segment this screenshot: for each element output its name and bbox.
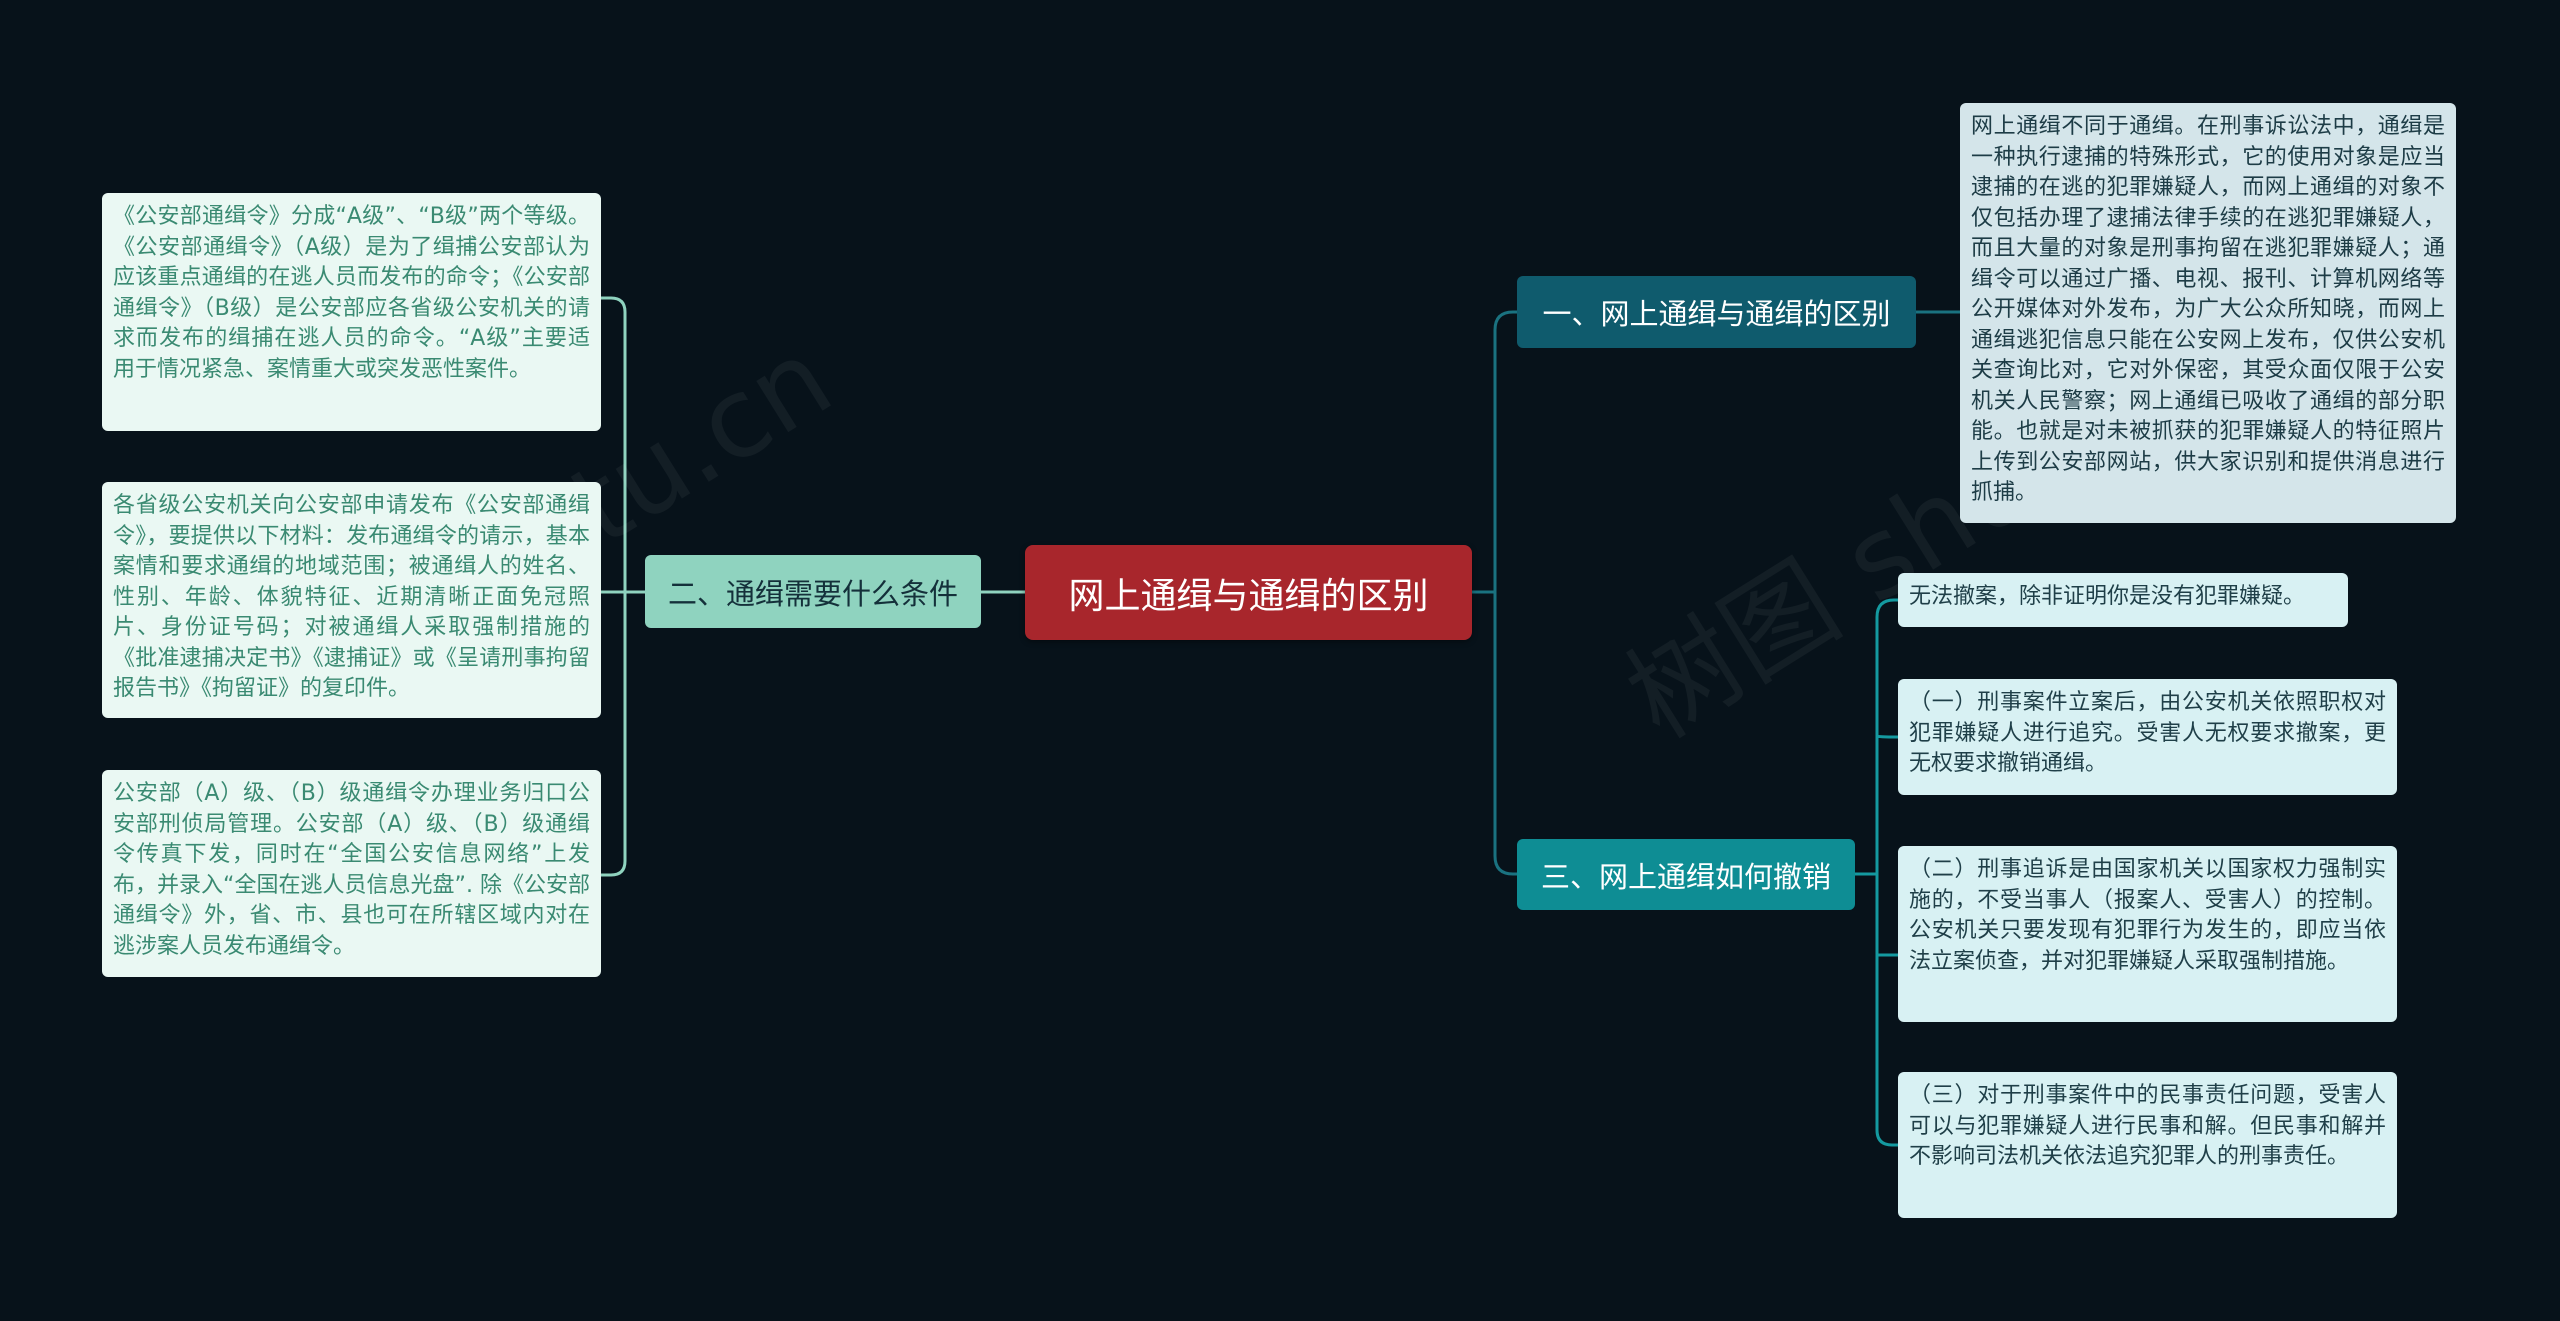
branch-revoke[interactable]: 三、网上通缉如何撤销 — [1517, 839, 1855, 910]
leaf-revoke-point-2[interactable]: （二）刑事追诉是由国家机关以国家权力强制实施的，不受当事人（报案人、受害人）的控… — [1898, 846, 2397, 1022]
leaf-management[interactable]: 公安部（A）级、（B）级通缉令办理业务归口公安部刑侦局管理。公安部（A）级、（B… — [102, 770, 601, 977]
leaf-revoke-point-3[interactable]: （三）对于刑事案件中的民事责任问题，受害人可以与犯罪嫌疑人进行民事和解。但民事和… — [1898, 1072, 2397, 1218]
branch-conditions[interactable]: 二、通缉需要什么条件 — [645, 555, 981, 628]
branch-difference[interactable]: 一、网上通缉与通缉的区别 — [1517, 276, 1916, 348]
leaf-cannot-revoke[interactable]: 无法撤案，除非证明你是没有犯罪嫌疑。 — [1898, 573, 2348, 627]
leaf-difference-detail[interactable]: 网上通缉不同于通缉。在刑事诉讼法中，通缉是一种执行逮捕的特殊形式，它的使用对象是… — [1960, 103, 2456, 523]
leaf-revoke-point-1[interactable]: （一）刑事案件立案后，由公安机关依照职权对犯罪嫌疑人进行追究。受害人无权要求撤案… — [1898, 679, 2397, 795]
root-node[interactable]: 网上通缉与通缉的区别 — [1025, 545, 1472, 640]
connector-left-trunk — [601, 296, 645, 877]
leaf-ab-levels[interactable]: 《公安部通缉令》分成“A级”、“B级”两个等级。《公安部通缉令》（A级）是为了缉… — [102, 193, 601, 431]
mindmap-canvas: shutu.cn 树图 shu 网上通缉与通缉的区别 二、通缉需要什么条件 一、… — [0, 0, 2560, 1321]
leaf-application-materials[interactable]: 各省级公安机关向公安部申请发布《公安部通缉令》，要提供以下材料：发布通缉令的请示… — [102, 482, 601, 718]
connector-right3-trunk — [1855, 598, 1899, 1147]
connector-root-right — [1472, 310, 1517, 876]
